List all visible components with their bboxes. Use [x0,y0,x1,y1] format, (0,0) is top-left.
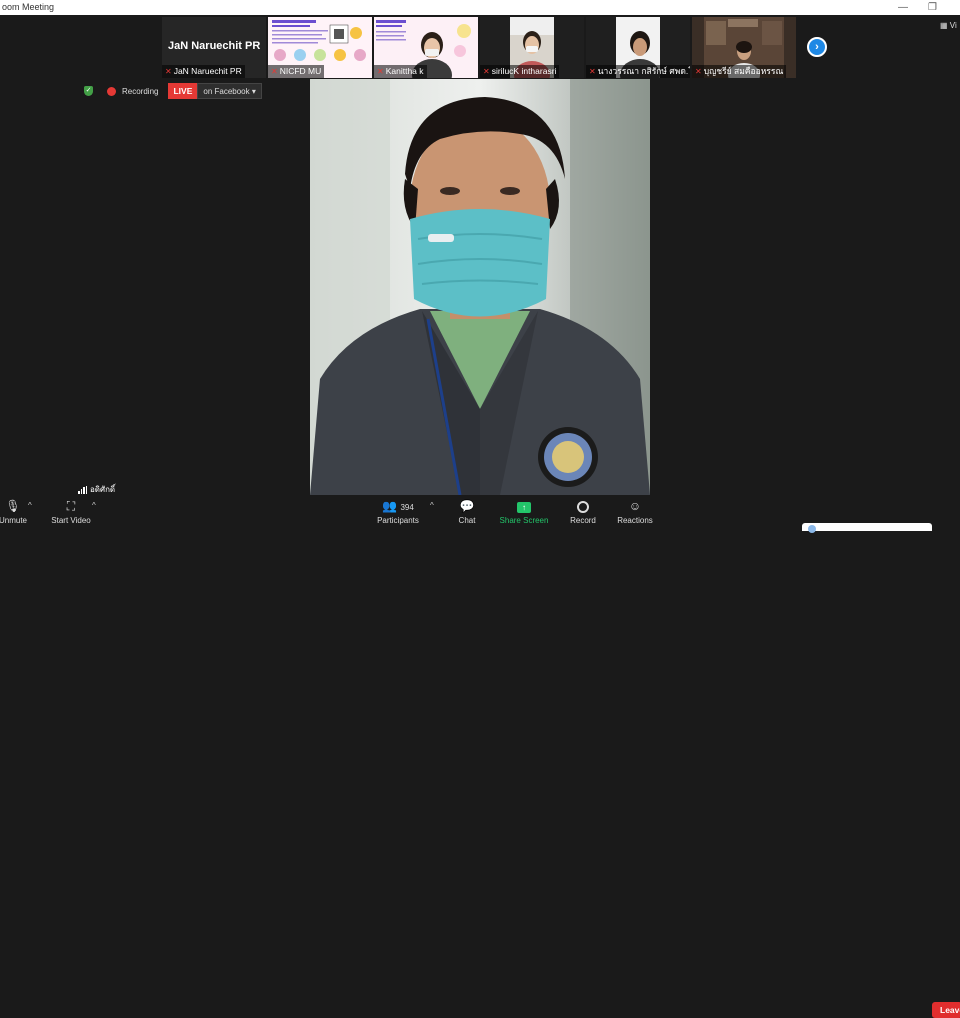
participant-tile-3[interactable]: ✕ Kanittha k [374,17,478,78]
speaker-video-frame [310,79,650,495]
participant-display-name: JaN Naruechit PR [168,40,261,52]
view-toggle[interactable]: ▦ Vi [940,21,957,30]
signal-bars-icon [78,485,87,494]
mic-muted-icon: ✕ [165,67,172,76]
participant-name-tag: ✕ Kanittha k [374,65,427,78]
active-speaker-label: อดิศักดิ์ [78,483,115,496]
mic-muted-icon: ✕ [271,67,278,76]
participant-name-tag: ✕ นางวรรณา กสิรักษ์ ศพด.โ... [586,65,690,78]
security-shield-icon[interactable]: ✓ [84,86,93,96]
chevron-right-icon: › [815,41,819,53]
participant-tile-6[interactable]: ✕ บุญชรีย์ สมคืออหรรณ [692,17,796,78]
mic-muted-icon: ✕ [695,67,702,76]
participants-button[interactable]: 👥 394 Participants [375,498,421,527]
caret-down-icon: ▾ [251,87,256,96]
share-screen-button[interactable]: ↑ Share Screen [498,498,550,527]
video-off-icon: ⛶ [66,499,76,513]
participant-name-tag: ✕ NICFD MU [268,65,325,78]
live-target: on Facebook ▾ [197,83,262,99]
reactions-button[interactable]: ☺ Reactions [614,498,656,527]
notification-icon [808,525,816,533]
mic-muted-icon: ✕ [483,67,490,76]
window-title: oom Meeting [2,2,55,12]
participant-name-tag: ✕ JaN Naruechit PR [162,65,245,78]
chat-icon: 💬 [459,499,475,513]
participants-icon: 👥 394 [382,499,414,513]
live-stream-badge[interactable]: LIVE on Facebook ▾ [168,83,262,99]
start-video-button[interactable]: ⛶ Start Video [48,498,94,527]
participant-tile-5[interactable]: ✕ นางวรรณา กสิรักษ์ ศพด.โ... [586,17,690,78]
window-titlebar: oom Meeting — ❐ [0,0,960,15]
video-options-caret-icon[interactable]: ^ [92,501,96,510]
participant-tile-1[interactable]: JaN Naruechit PR ✕ JaN Naruechit PR [162,17,266,78]
minimize-icon[interactable]: — [898,0,908,15]
participant-name-tag: ✕ บุญชรีย์ สมคืออหรรณ [692,65,787,78]
record-icon [577,501,589,513]
participants-count: 394 [400,503,414,512]
participant-name-tag: ✕ sirilucK intharasri [480,65,560,78]
mic-muted-icon: ✕ [589,67,596,76]
smiley-icon: ☺ [628,499,642,513]
next-page-button[interactable]: › [807,37,827,57]
chat-button[interactable]: 💬 Chat [452,498,482,527]
leave-button[interactable]: Leave [932,1002,960,1018]
record-button[interactable]: Record [566,498,600,527]
grid-icon: ▦ [940,21,948,30]
audio-options-caret-icon[interactable]: ^ [28,501,32,510]
restore-icon[interactable]: ❐ [928,0,937,15]
share-screen-icon: ↑ [517,502,531,513]
meeting-status-bar: ✓ Recording LIVE on Facebook ▾ [84,83,262,99]
active-speaker-video [310,79,650,495]
meeting-stage: JaN Naruechit PR ✕ JaN Naruechit PR ✕ NICF… [0,15,960,496]
recording-dot-icon [107,86,116,96]
live-label: LIVE [168,83,198,99]
participant-tile-2[interactable]: ✕ NICFD MU [268,17,372,78]
participants-options-caret-icon[interactable]: ^ [430,501,434,510]
notification-popup[interactable] [802,523,932,533]
participant-tile-4[interactable]: ✕ sirilucK intharasri [480,17,584,78]
recording-label[interactable]: Recording [122,87,158,96]
mic-muted-icon: ✕ [377,67,384,76]
